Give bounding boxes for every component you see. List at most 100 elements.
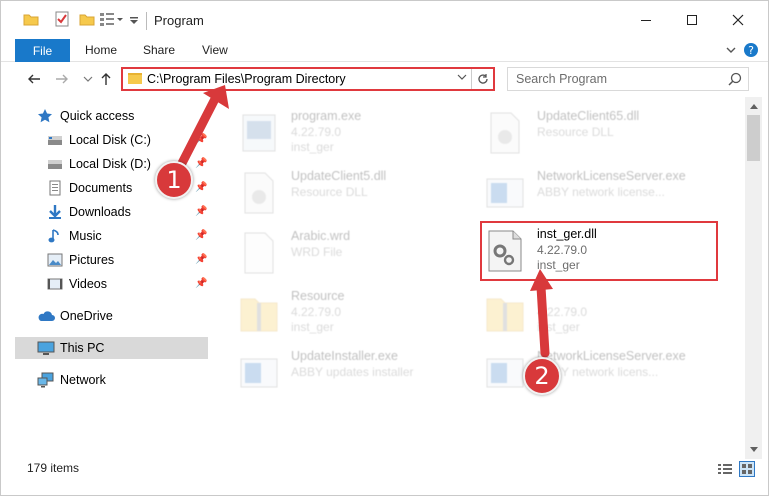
tab-file[interactable]: File xyxy=(15,39,70,62)
music-icon xyxy=(47,228,63,244)
sidebar-item-label: Local Disk (C:) xyxy=(69,133,151,147)
file-detail: Resource DLL xyxy=(291,185,368,199)
drive-icon xyxy=(47,156,63,172)
tab-home[interactable]: Home xyxy=(85,43,117,57)
file-item[interactable]: UpdateClient65.dll Resource DLL xyxy=(485,105,725,161)
pin-icon[interactable]: 📌 xyxy=(195,230,207,241)
sidebar-item-label: Downloads xyxy=(69,205,131,219)
item-count: 179 items xyxy=(27,461,80,475)
sidebar-item-network[interactable]: Network xyxy=(15,369,208,391)
sidebar-item-label: Videos xyxy=(69,277,107,291)
sidebar-item-music[interactable]: Music 📌 xyxy=(15,225,208,247)
tab-share[interactable]: Share xyxy=(143,43,175,57)
search-box[interactable]: Search Program xyxy=(507,67,749,91)
dll-icon xyxy=(239,171,279,215)
app-icon xyxy=(239,351,279,395)
sidebar-item-pictures[interactable]: Pictures 📌 xyxy=(15,249,208,271)
forward-arrow-icon[interactable] xyxy=(53,70,71,88)
computer-icon xyxy=(37,340,55,356)
pin-icon[interactable]: 📌 xyxy=(195,278,207,289)
maximize-button[interactable] xyxy=(669,1,715,39)
large-icons-view-icon[interactable] xyxy=(739,461,755,477)
back-arrow-icon[interactable] xyxy=(25,70,43,88)
file-item[interactable]: NetworkLicenseServer.exe ABBY network li… xyxy=(485,165,725,221)
explorer-window: Program File Home Share View ? C:\Progra… xyxy=(0,0,769,496)
title-separator xyxy=(146,12,147,30)
file-detail: 4.22.79.0 xyxy=(291,125,342,139)
sidebar-item-label: Local Disk (D:) xyxy=(69,157,151,171)
folder-zip-icon xyxy=(239,291,279,335)
file-detail: Resource DLL xyxy=(537,125,614,139)
documents-icon xyxy=(47,180,63,196)
scroll-down-icon[interactable] xyxy=(745,441,762,458)
dll-icon xyxy=(485,111,525,155)
close-button[interactable] xyxy=(715,1,761,39)
star-icon xyxy=(37,108,53,124)
network-icon xyxy=(37,372,54,388)
sidebar-item-this-pc[interactable]: This PC xyxy=(15,337,208,359)
file-name: Arabic.wrd xyxy=(291,229,351,243)
sidebar-item-label: Pictures xyxy=(69,253,115,267)
file-name: UpdateInstaller.exe xyxy=(291,349,399,363)
sidebar-item-label: OneDrive xyxy=(60,309,113,323)
search-icon[interactable] xyxy=(728,72,742,86)
vertical-scrollbar[interactable] xyxy=(745,97,762,459)
refresh-icon[interactable] xyxy=(471,69,493,89)
file-detail: WRD File xyxy=(291,245,343,259)
highlight-box xyxy=(480,221,718,281)
cloud-icon xyxy=(37,308,55,324)
expand-ribbon-icon[interactable] xyxy=(723,42,739,58)
new-folder-icon[interactable] xyxy=(79,11,95,30)
file-item[interactable]: UpdateInstaller.exe ABBY updates install… xyxy=(239,345,479,401)
sidebar-item-videos[interactable]: Videos 📌 xyxy=(15,273,208,295)
sidebar-item-downloads[interactable]: Downloads 📌 xyxy=(15,201,208,223)
app-icon xyxy=(485,351,525,395)
tab-view[interactable]: View xyxy=(202,43,228,57)
scroll-up-icon[interactable] xyxy=(745,97,762,114)
window-title: Program xyxy=(154,13,204,28)
folder-icon xyxy=(23,11,39,30)
pin-icon[interactable]: 📌 xyxy=(195,206,207,217)
file-name: UpdateClient65.dll xyxy=(537,109,640,123)
title-bar: Program xyxy=(1,1,768,39)
file-detail: ABBY updates installer xyxy=(291,365,414,379)
folder-icon xyxy=(128,73,142,84)
address-history-chevron-icon[interactable] xyxy=(457,72,467,85)
file-detail: inst_ger xyxy=(291,320,334,334)
file-item[interactable]: Arabic.wrd WRD File xyxy=(239,225,479,281)
file-name: program.exe xyxy=(291,109,362,123)
properties-icon[interactable] xyxy=(54,11,70,30)
details-view-icon[interactable] xyxy=(717,461,733,477)
folder-zip-icon xyxy=(485,291,525,335)
up-arrow-icon[interactable] xyxy=(97,70,115,88)
recent-locations-icon[interactable] xyxy=(79,70,97,88)
app-icon xyxy=(485,171,525,215)
sidebar-item-onedrive[interactable]: OneDrive xyxy=(15,305,208,327)
pin-icon[interactable]: 📌 xyxy=(195,254,207,265)
file-item[interactable]: UpdateClient5.dll Resource DLL xyxy=(239,165,479,221)
file-detail: 4.22.79.0 xyxy=(291,305,342,319)
file-name: NetworkLicenseServer.exe xyxy=(537,169,686,183)
svg-text:?: ? xyxy=(748,44,754,57)
customize-toolbar-icon[interactable] xyxy=(129,11,139,30)
minimize-button[interactable] xyxy=(623,1,669,39)
sidebar-item-label: Quick access xyxy=(60,109,135,123)
arrow-2-icon xyxy=(530,269,553,358)
help-icon[interactable]: ? xyxy=(743,42,759,58)
file-icon xyxy=(239,231,279,275)
step-badge-2: 2 xyxy=(523,357,561,395)
sidebar-item-label: Music xyxy=(69,229,102,243)
file-item[interactable]: Resource 4.22.79.0 inst_ger xyxy=(239,285,479,341)
drive-icon xyxy=(47,132,63,148)
view-options-icon[interactable] xyxy=(99,11,125,30)
scroll-thumb[interactable] xyxy=(747,115,760,161)
pictures-icon xyxy=(47,252,63,268)
ribbon-tabs: File Home Share View ? xyxy=(1,39,768,62)
sidebar-item-label: Documents xyxy=(69,181,133,195)
download-icon xyxy=(47,204,63,220)
sidebar-item-label: This PC xyxy=(60,341,105,355)
search-input[interactable]: Search Program xyxy=(516,72,607,86)
navigation-bar: C:\Program Files\Program Directory Searc… xyxy=(1,63,768,95)
file-item[interactable]: program.exe 4.22.79.0 inst_ger xyxy=(239,105,479,161)
file-name: UpdateClient5.dll xyxy=(291,169,387,183)
